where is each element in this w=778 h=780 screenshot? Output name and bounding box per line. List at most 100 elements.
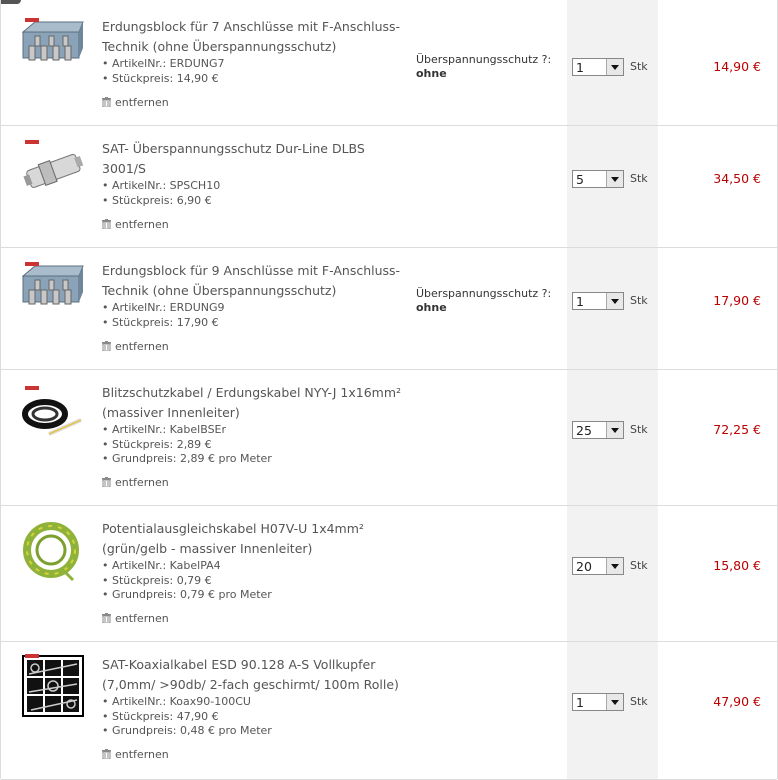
remove-label: entfernen bbox=[115, 748, 169, 761]
product-title[interactable]: SAT-Koaxialkabel ESD 90.128 A-S Vollkupf… bbox=[102, 655, 407, 695]
chevron-down-icon[interactable] bbox=[606, 694, 623, 710]
quantity-unit: Stk bbox=[630, 559, 648, 572]
product-detail: • Stückpreis: 17,90 € bbox=[102, 315, 219, 329]
quantity-unit: Stk bbox=[630, 172, 648, 185]
product-detail: • ArtikelNr.: ERDUNG7 bbox=[102, 57, 225, 70]
product-info: SAT-Koaxialkabel ESD 90.128 A-S Vollkupf… bbox=[102, 655, 407, 739]
product-detail: • Stückpreis: 14,90 € bbox=[102, 71, 219, 85]
remove-link[interactable]: entfernen bbox=[102, 476, 169, 489]
product-title[interactable]: Blitzschutzkabel / Erdungskabel NYY-J 1x… bbox=[102, 383, 407, 423]
green-yellow-cable-image bbox=[23, 522, 79, 582]
cart-row: SAT- Überspannungsschutz Dur-Line DLBS 3… bbox=[1, 126, 777, 248]
product-detail: • ArtikelNr.: ERDUNG9 bbox=[102, 301, 225, 314]
cart-row: Blitzschutzkabel / Erdungskabel NYY-J 1x… bbox=[1, 370, 777, 506]
remove-label: entfernen bbox=[115, 340, 169, 353]
product-option: Überspannungsschutz ?: ohne bbox=[416, 53, 551, 81]
product-detail: • ArtikelNr.: KabelBSEr bbox=[102, 423, 227, 436]
chevron-down-icon[interactable] bbox=[606, 293, 623, 309]
quantity-select[interactable]: 20 bbox=[572, 557, 624, 575]
cart-row: Erdungsblock für 7 Anschlüsse mit F-Ansc… bbox=[1, 4, 777, 126]
product-image[interactable] bbox=[21, 138, 85, 202]
trash-icon bbox=[102, 477, 111, 488]
trash-icon bbox=[102, 613, 111, 624]
product-image[interactable] bbox=[21, 654, 85, 718]
quantity-select[interactable]: 1 bbox=[572, 292, 624, 310]
remove-link[interactable]: entfernen bbox=[102, 218, 169, 231]
quantity-unit: Stk bbox=[630, 695, 648, 708]
product-detail: • Stückpreis: 0,79 € bbox=[102, 573, 212, 587]
trash-icon bbox=[102, 97, 111, 108]
quantity-value: 20 bbox=[576, 559, 592, 574]
chevron-down-icon[interactable] bbox=[606, 171, 623, 187]
trash-icon bbox=[102, 749, 111, 760]
product-image[interactable] bbox=[21, 520, 85, 584]
product-detail: • ArtikelNr.: SPSCH10 bbox=[102, 179, 221, 192]
remove-label: entfernen bbox=[115, 96, 169, 109]
remove-label: entfernen bbox=[115, 218, 169, 231]
product-detail: • ArtikelNr.: Koax90-100CU bbox=[102, 695, 251, 708]
remove-label: entfernen bbox=[115, 612, 169, 625]
product-detail: • Grundpreis: 2,89 € pro Meter bbox=[102, 452, 272, 465]
quantity-unit: Stk bbox=[630, 294, 648, 307]
product-title[interactable]: Potentialausgleichskabel H07V-U 1x4mm² (… bbox=[102, 519, 407, 559]
grounding-block-image bbox=[21, 18, 84, 61]
option-label: Überspannungsschutz ?: bbox=[416, 53, 552, 66]
remove-link[interactable]: entfernen bbox=[102, 96, 169, 109]
product-info: SAT- Überspannungsschutz Dur-Line DLBS 3… bbox=[102, 139, 407, 208]
product-detail: • Grundpreis: 0,79 € pro Meter bbox=[102, 588, 272, 601]
product-info: Blitzschutzkabel / Erdungskabel NYY-J 1x… bbox=[102, 383, 407, 467]
quantity-value: 5 bbox=[576, 172, 584, 187]
chevron-down-icon[interactable] bbox=[606, 59, 623, 75]
quantity-value: 1 bbox=[576, 695, 584, 710]
product-detail: • ArtikelNr.: KabelPA4 bbox=[102, 559, 221, 572]
option-value: ohne bbox=[416, 301, 447, 314]
product-image[interactable] bbox=[21, 16, 85, 80]
product-detail: • Stückpreis: 47,90 € bbox=[102, 709, 219, 723]
remove-link[interactable]: entfernen bbox=[102, 340, 169, 353]
cart-row: Potentialausgleichskabel H07V-U 1x4mm² (… bbox=[1, 506, 777, 642]
product-detail: • Stückpreis: 6,90 € bbox=[102, 193, 212, 207]
quantity-select[interactable]: 25 bbox=[572, 421, 624, 439]
product-image[interactable] bbox=[21, 260, 85, 324]
product-detail: • Grundpreis: 0,48 € pro Meter bbox=[102, 724, 272, 737]
product-title[interactable]: Erdungsblock für 7 Anschlüsse mit F-Ansc… bbox=[102, 17, 407, 57]
product-image[interactable] bbox=[21, 384, 85, 448]
product-info: Potentialausgleichskabel H07V-U 1x4mm² (… bbox=[102, 519, 407, 603]
product-detail: • Stückpreis: 2,89 € bbox=[102, 437, 212, 451]
option-label: Überspannungsschutz ?: bbox=[416, 287, 552, 300]
quantity-value: 1 bbox=[576, 60, 584, 75]
quantity-unit: Stk bbox=[630, 60, 648, 73]
product-option: Überspannungsschutz ?: ohne bbox=[416, 287, 551, 315]
product-info: Erdungsblock für 9 Anschlüsse mit F-Ansc… bbox=[102, 261, 407, 330]
quantity-select[interactable]: 1 bbox=[572, 58, 624, 76]
chevron-down-icon[interactable] bbox=[606, 558, 623, 574]
product-title[interactable]: Erdungsblock für 9 Anschlüsse mit F-Ansc… bbox=[102, 261, 407, 301]
trash-icon bbox=[102, 219, 111, 230]
quantity-select[interactable]: 1 bbox=[572, 693, 624, 711]
option-value: ohne bbox=[416, 67, 447, 80]
black-cable-image bbox=[22, 386, 82, 436]
remove-link[interactable]: entfernen bbox=[102, 612, 169, 625]
product-title[interactable]: SAT- Überspannungsschutz Dur-Line DLBS 3… bbox=[102, 139, 407, 179]
cart-row: Erdungsblock für 9 Anschlüsse mit F-Ansc… bbox=[1, 248, 777, 370]
product-info: Erdungsblock für 7 Anschlüsse mit F-Ansc… bbox=[102, 17, 407, 86]
surge-protector-image bbox=[23, 140, 84, 188]
line-total: 17,90 € bbox=[713, 293, 761, 308]
line-total: 14,90 € bbox=[713, 59, 761, 74]
quantity-unit: Stk bbox=[630, 423, 648, 436]
grounding-block-image bbox=[21, 262, 84, 305]
line-total: 72,25 € bbox=[713, 422, 761, 437]
quantity-select[interactable]: 5 bbox=[572, 170, 624, 188]
trash-icon bbox=[102, 341, 111, 352]
remove-link[interactable]: entfernen bbox=[102, 748, 169, 761]
chevron-down-icon[interactable] bbox=[606, 422, 623, 438]
cart-row: SAT-Koaxialkabel ESD 90.128 A-S Vollkupf… bbox=[1, 642, 777, 780]
line-total: 47,90 € bbox=[713, 694, 761, 709]
quantity-value: 1 bbox=[576, 294, 584, 309]
quantity-value: 25 bbox=[576, 423, 592, 438]
coax-cable-image bbox=[22, 654, 84, 717]
line-total: 34,50 € bbox=[713, 171, 761, 186]
remove-label: entfernen bbox=[115, 476, 169, 489]
line-total: 15,80 € bbox=[713, 558, 761, 573]
cart-table: Erdungsblock für 7 Anschlüsse mit F-Ansc… bbox=[0, 0, 778, 780]
